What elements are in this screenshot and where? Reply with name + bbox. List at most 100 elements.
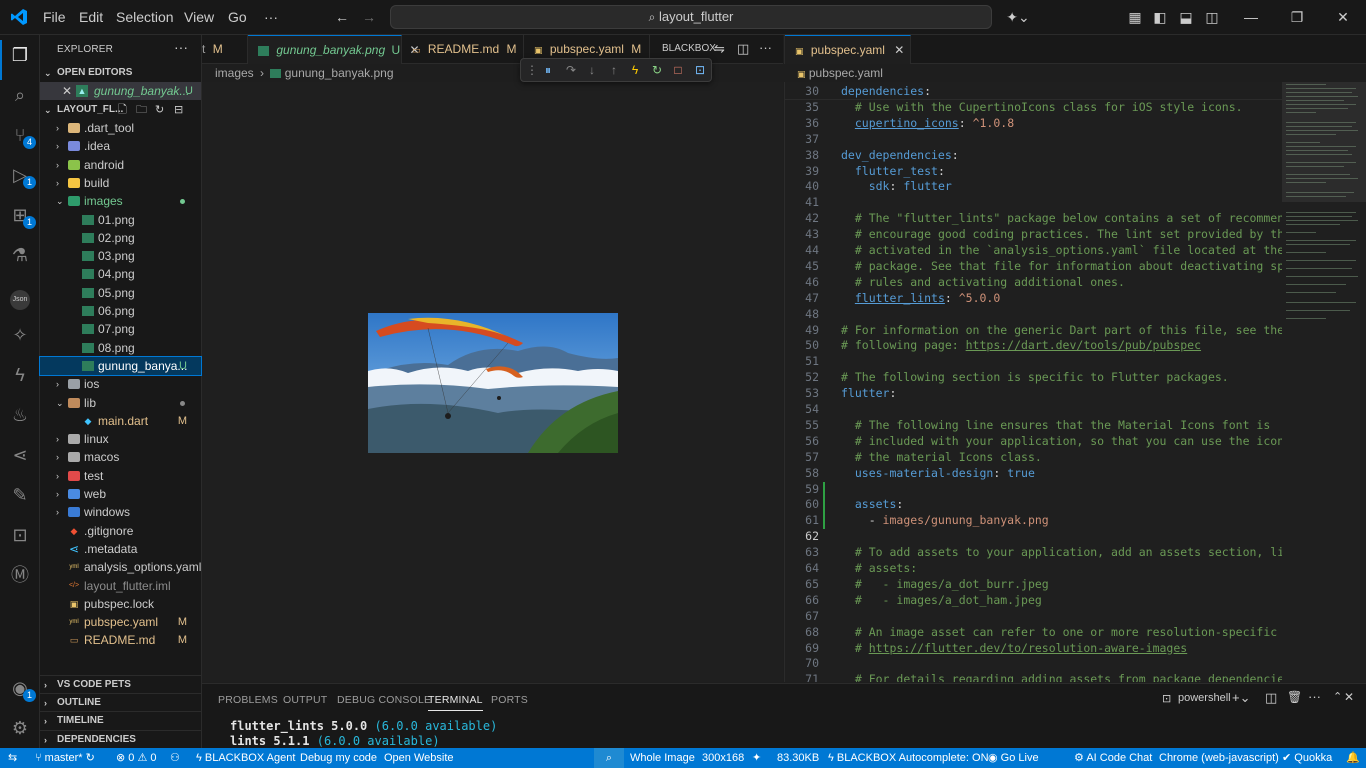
breadcrumb-file[interactable]: gunung_banyak.png — [285, 66, 394, 80]
extensions-icon[interactable]: ⊞ 1 — [8, 203, 36, 229]
add-terminal-icon[interactable]: +⌄ — [1232, 690, 1250, 706]
tree-item[interactable]: yml analysis_options.yaml — [40, 558, 201, 576]
explorer-icon[interactable]: ❐ — [8, 43, 32, 67]
new-folder-icon[interactable]: 🗀 — [136, 101, 147, 119]
flutter-icon[interactable]: ⋖ — [8, 443, 32, 467]
back-arrow-icon[interactable]: ← — [334, 9, 350, 25]
tree-item[interactable]: 02.png — [40, 229, 201, 247]
copilot-chat-icon[interactable]: ✧ — [8, 323, 32, 347]
minimap[interactable] — [1282, 82, 1366, 682]
tab-gunung-banyak[interactable]: gunung_banyak.png U ✕ — [248, 35, 420, 64]
menu-edit[interactable]: Edit — [79, 9, 103, 25]
outline-section[interactable]: › OUTLINE — [40, 693, 202, 711]
breadcrumb-file[interactable]: pubspec.yaml — [809, 66, 883, 80]
toggle-sidebar-icon[interactable]: ◧ — [1152, 9, 1168, 25]
whole-image-item[interactable]: Whole Image — [630, 748, 695, 768]
command-center-search[interactable]: ⌕ layout_flutter — [390, 5, 992, 29]
tab-truncated[interactable]: t M — [202, 35, 248, 64]
more-actions-icon[interactable]: ··· — [1308, 689, 1321, 704]
tree-item[interactable]: › android — [40, 156, 201, 174]
open-editor-item[interactable]: ✕ ▲ gunung_banyak... U — [40, 82, 201, 100]
menu-more[interactable]: ··· — [264, 9, 278, 25]
tree-item[interactable]: › test — [40, 467, 201, 485]
tree-item[interactable]: ▣ pubspec.lock — [40, 595, 201, 613]
tree-item[interactable]: › .dart_tool — [40, 119, 201, 137]
testing-icon[interactable]: ⚗ — [8, 243, 32, 267]
stop-icon[interactable]: □ — [671, 63, 685, 77]
chrome-item[interactable]: Chrome (web-javascript) — [1159, 748, 1279, 768]
close-window-icon[interactable]: ✕ — [1335, 9, 1351, 25]
copilot-icon[interactable]: ✦⌄ — [1004, 9, 1032, 25]
tree-item[interactable]: ▭ README.md M — [40, 631, 201, 649]
tab-ports[interactable]: PORTS — [491, 694, 528, 706]
breadcrumb-folder[interactable]: images — [215, 66, 254, 80]
step-out-icon[interactable]: ↑ — [607, 63, 621, 77]
new-file-icon[interactable]: 🗋 — [118, 101, 127, 119]
tree-item[interactable]: 07.png — [40, 320, 201, 338]
tree-item[interactable]: 04.png — [40, 265, 201, 283]
drag-handle-icon[interactable]: ⋮ — [525, 63, 539, 77]
notifications-bell-icon[interactable]: 🔔 — [1346, 748, 1360, 768]
m-extension-icon[interactable]: Ⓜ — [8, 563, 32, 587]
json-icon[interactable]: Json — [8, 283, 32, 310]
copilot-status-icon[interactable]: ✦ — [752, 748, 761, 768]
blackbox-icon[interactable]: ϟ — [8, 363, 32, 387]
pen-icon[interactable]: ✎ — [8, 483, 32, 507]
debug-status-icon[interactable]: ⚇ — [170, 748, 180, 768]
tree-item[interactable]: ⌄ lib — [40, 394, 201, 412]
restart-icon[interactable]: ↻ — [650, 63, 664, 77]
customize-layout-icon[interactable]: ▦ — [1127, 9, 1143, 25]
quokka-item[interactable]: ✔ Quokka — [1282, 748, 1332, 768]
toggle-panel-icon[interactable]: ⬓ — [1178, 9, 1194, 25]
tab-readme[interactable]: ▭ README.md M — [402, 35, 524, 64]
close-icon[interactable]: ✕ — [894, 43, 904, 57]
step-over-icon[interactable]: ↷ — [564, 63, 578, 77]
menu-selection[interactable]: Selection — [116, 9, 174, 25]
hot-reload-icon[interactable]: ϟ — [628, 63, 642, 77]
more-actions-icon[interactable]: ··· — [174, 39, 188, 55]
tree-item[interactable]: 06.png — [40, 302, 201, 320]
autocomplete-item[interactable]: ϟ BLACKBOX Autocomplete: ON — [828, 748, 989, 768]
shell-name[interactable]: powershell — [1178, 692, 1231, 704]
tab-output[interactable]: OUTPUT — [283, 694, 327, 706]
search-icon[interactable]: ⌕ — [8, 83, 32, 107]
tab-pubspec-right[interactable]: ▣ pubspec.yaml ✕ — [785, 35, 911, 64]
more-actions-icon[interactable]: ··· — [759, 40, 772, 55]
zoom-icon[interactable]: ⌕ — [594, 748, 624, 768]
blackbox-action-icon[interactable]: ⇋ — [714, 41, 725, 57]
tree-item[interactable]: yml pubspec.yaml M — [40, 613, 201, 631]
tree-item[interactable]: gunung_banya... U — [39, 355, 202, 376]
minimize-icon[interactable]: — — [1243, 9, 1259, 25]
refresh-icon[interactable]: ↻ — [155, 101, 164, 119]
open-editors-section[interactable]: ⌄ OPEN EDITORS — [40, 64, 202, 82]
tree-item[interactable]: 05.png — [40, 284, 201, 302]
split-editor-icon[interactable]: ◫ — [737, 41, 749, 57]
tab-problems[interactable]: PROBLEMS — [218, 694, 278, 706]
tree-item[interactable]: › ios — [40, 375, 201, 393]
blackbox-label[interactable]: BLACKBOX — [662, 43, 716, 54]
remote-explorer-icon[interactable]: ⊡ — [8, 523, 32, 547]
tree-item[interactable]: </> layout_flutter.iml — [40, 577, 201, 595]
tree-item[interactable]: 08.png — [40, 339, 201, 357]
tree-item[interactable]: ⌄ images — [40, 192, 201, 210]
timeline-section[interactable]: › TIMELINE — [40, 711, 202, 729]
pause-icon[interactable]: ⏸ — [541, 63, 555, 77]
debug-code-item[interactable]: Debug my code — [300, 748, 377, 768]
collapse-all-icon[interactable]: ⊟ — [174, 101, 183, 119]
split-terminal-icon[interactable]: ◫ — [1265, 690, 1277, 706]
tree-item[interactable]: › linux — [40, 430, 201, 448]
python-icon[interactable]: ♨ — [8, 403, 32, 427]
golive-item[interactable]: ◉ Go Live — [988, 748, 1039, 768]
menu-file[interactable]: File — [43, 9, 66, 25]
tree-item[interactable]: › .idea — [40, 137, 201, 155]
ai-chat-item[interactable]: ⚙ AI Code Chat — [1074, 748, 1152, 768]
tree-item[interactable]: 01.png — [40, 211, 201, 229]
tree-item[interactable]: › build — [40, 174, 201, 192]
restore-icon[interactable]: ❐ — [1289, 9, 1305, 25]
pets-section[interactable]: › VS CODE PETS — [40, 675, 202, 693]
tree-item[interactable]: ◆ main.dart M — [40, 412, 201, 430]
tree-item[interactable]: › web — [40, 485, 201, 503]
trash-icon[interactable]: 🗑 — [1287, 690, 1302, 704]
close-panel-icon[interactable]: ✕ — [1344, 690, 1354, 704]
account-icon[interactable]: ◉ 1 — [8, 676, 36, 702]
